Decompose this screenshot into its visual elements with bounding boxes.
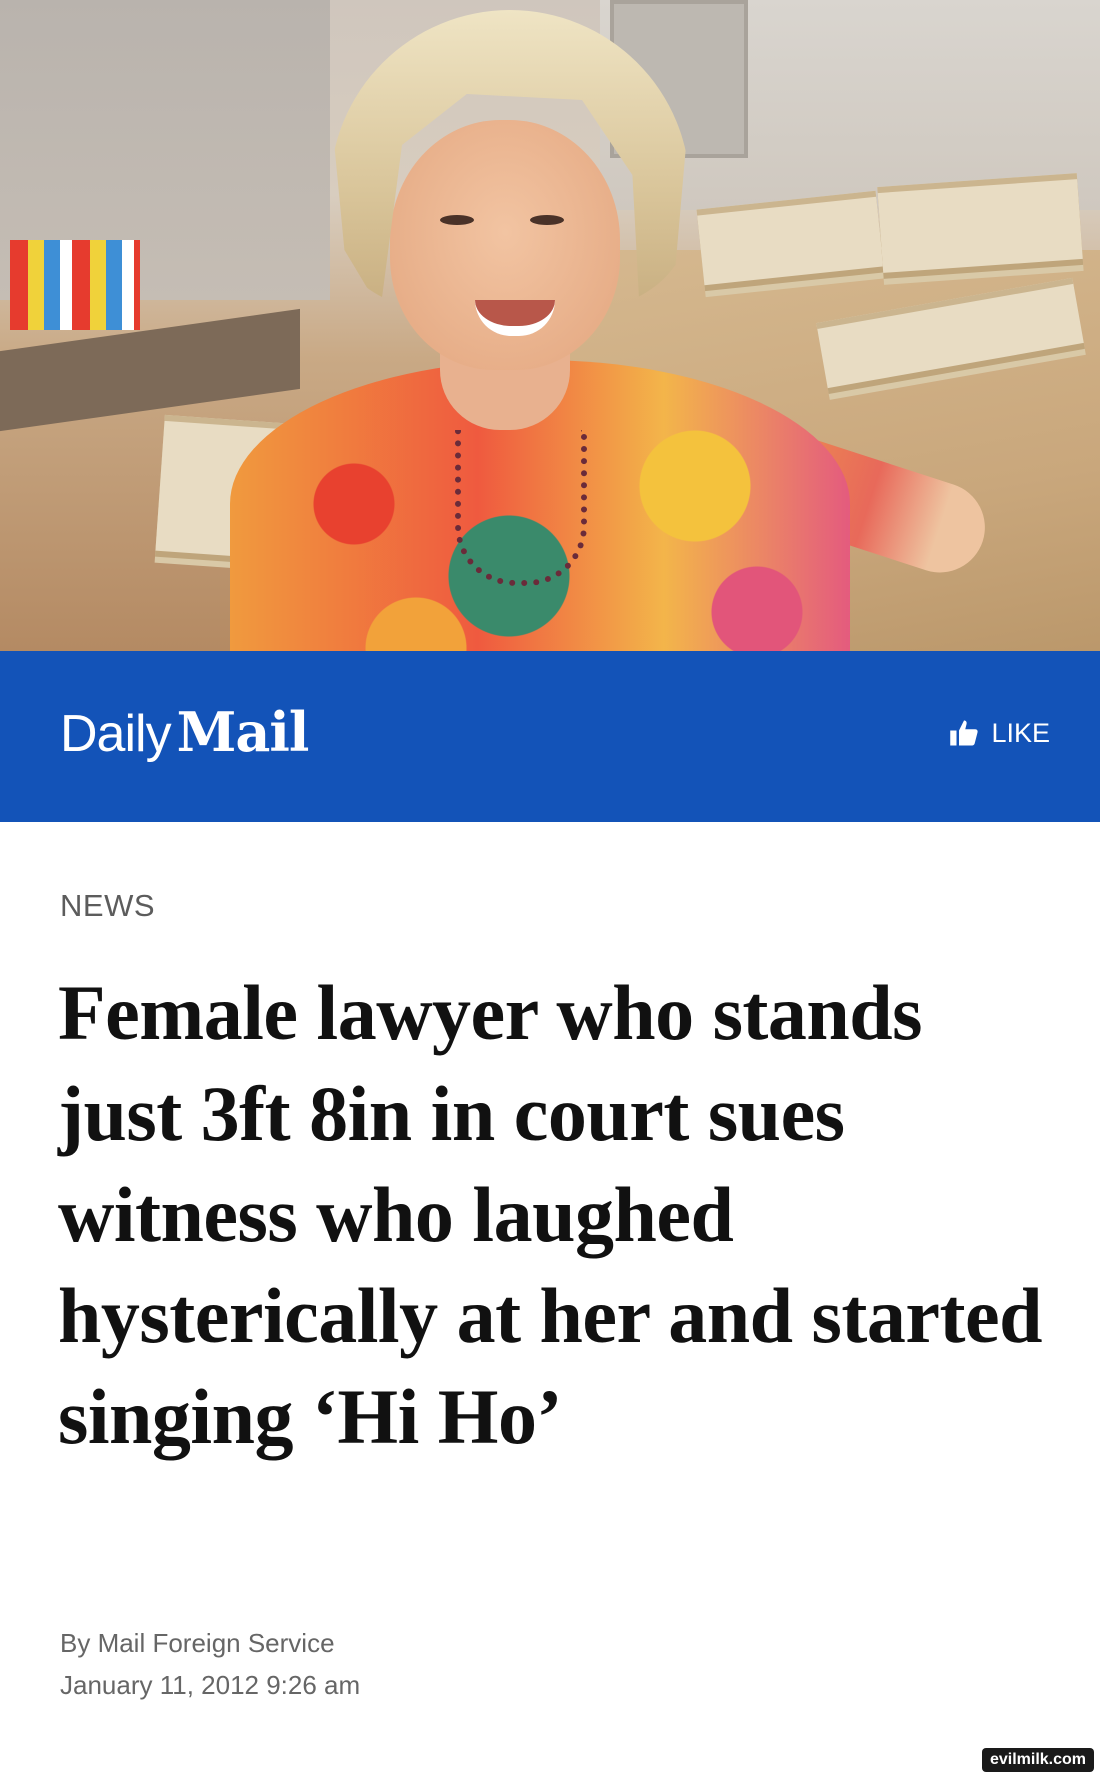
photo-paper-stack [877,173,1083,273]
site-watermark: evilmilk.com [981,1748,1094,1772]
article-byline: By Mail Foreign Service [60,1628,335,1658]
thumbs-up-icon [950,720,979,746]
article-hero-image [0,0,1100,651]
like-button[interactable]: LIKE [949,713,1050,753]
brand-header-bar: Daily Mail LIKE [0,651,1100,822]
photo-binders [10,240,140,330]
article-headline: Female lawyer who stands just 3ft 8in in… [58,969,1042,1460]
photo-person-eye [530,215,564,225]
article-content: NEWS Female lawyer who stands just 3ft 8… [0,822,1100,1776]
section-label[interactable]: NEWS [60,888,155,924]
article-date: January 11, 2012 9:26 am [60,1670,361,1700]
article-meta: By Mail Foreign Service January 11, 2012… [60,1622,360,1706]
logo-mail-text: Mail [176,700,310,764]
photo-person-necklace [455,430,587,586]
daily-mail-logo[interactable]: Daily Mail [60,697,310,770]
photo-person-eye [440,215,474,225]
logo-daily-text: Daily [60,705,172,763]
like-button-label: LIKE [991,717,1050,748]
